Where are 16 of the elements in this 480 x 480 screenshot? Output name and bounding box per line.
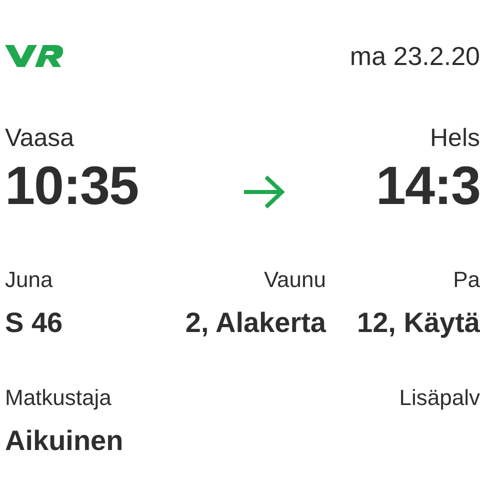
detail-value: 12, Käytä (357, 307, 480, 339)
detail-label: Juna (5, 267, 53, 293)
arrival-station: Hels (430, 124, 480, 153)
travel-date: ma 23.2.20 (350, 40, 480, 72)
detail-label: Vaunu (264, 267, 326, 293)
arrival-time: 14:3 (376, 155, 480, 217)
extras-label: Lisäpalv (399, 385, 480, 411)
departure-time: 10:35 (5, 155, 138, 217)
passenger-label: Matkustaja (5, 385, 112, 411)
logo (5, 43, 63, 69)
detail-label: Pa (453, 267, 480, 293)
departure-station: Vaasa (5, 124, 74, 153)
passenger-value: Aikuinen (5, 425, 124, 457)
detail-value: S 46 (5, 307, 63, 339)
detail-value: 2, Alakerta (185, 307, 326, 339)
arrow-icon (242, 175, 286, 209)
